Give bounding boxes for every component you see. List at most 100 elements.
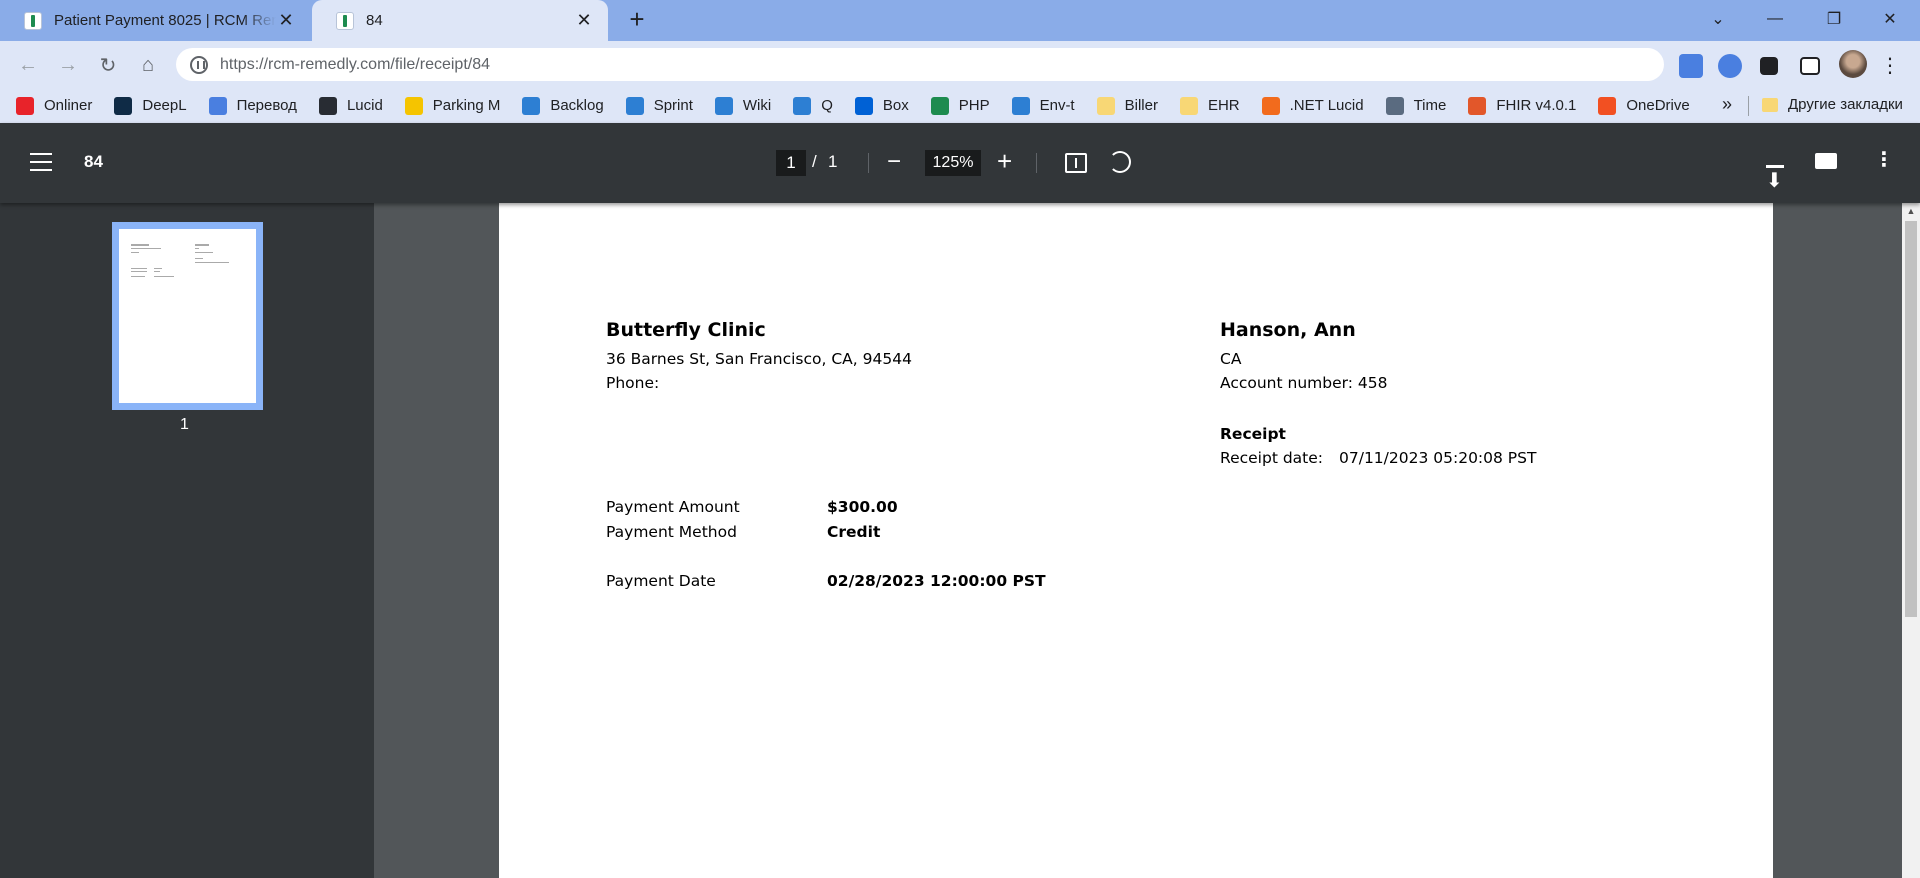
payment-amount-value: $300.00 [827, 498, 898, 516]
bookmark-label: PHP [958, 97, 990, 114]
side-panel-icon[interactable] [1800, 57, 1820, 75]
bookmark-favicon-icon [114, 96, 133, 115]
folder-icon [1762, 97, 1778, 112]
bookmark-favicon-icon [1096, 96, 1115, 115]
bookmark-item[interactable]: Wiki [714, 96, 771, 115]
restore-icon[interactable]: ❐ [1806, 0, 1862, 38]
patient-state: CA [1220, 350, 1242, 368]
new-tab-button[interactable]: + [622, 5, 652, 35]
bookmark-label: FHIR v4.0.1 [1496, 97, 1577, 114]
toolbar-divider [1036, 153, 1037, 173]
pdf-content-area: Butterfly Clinic 36 Barnes St, San Franc… [374, 203, 1902, 878]
bookmark-favicon-icon [1468, 96, 1487, 115]
toolbar-divider [868, 153, 869, 173]
translate-extension-icon[interactable] [1679, 54, 1703, 78]
scroll-up-arrow-icon[interactable]: ▲ [1902, 203, 1920, 219]
bookmark-item[interactable]: DeepL [114, 96, 187, 115]
address-bar[interactable]: https://rcm-remedly.com/file/receipt/84 [176, 48, 1664, 81]
timer-extension-icon[interactable] [1718, 54, 1742, 78]
bookmark-label: DeepL [142, 97, 187, 114]
minimize-icon[interactable]: — [1747, 0, 1803, 38]
bookmark-item[interactable]: Env-t [1011, 96, 1075, 115]
vertical-scrollbar[interactable]: ▲ [1902, 203, 1920, 878]
other-bookmarks-folder[interactable]: Другие закладки [1762, 96, 1903, 113]
bookmark-label: EHR [1207, 97, 1240, 114]
receipt-heading: Receipt [1220, 425, 1286, 443]
tab-patient-payment[interactable]: Patient Payment 8025 | RCM Remedly ✕ [0, 0, 310, 41]
bookmark-favicon-icon [1598, 96, 1617, 115]
tab-close-icon[interactable]: ✕ [276, 10, 296, 31]
clinic-address: 36 Barnes St, San Francisco, CA, 94544 [606, 350, 912, 368]
bookmark-item[interactable]: OneDrive [1598, 96, 1690, 115]
home-icon[interactable]: ⌂ [132, 49, 164, 81]
extensions-puzzle-icon[interactable] [1760, 57, 1778, 75]
bookmark-item[interactable]: Sprint [625, 96, 693, 115]
bookmark-item[interactable]: Q [793, 96, 833, 115]
print-icon[interactable] [1815, 153, 1837, 169]
bookmark-item[interactable]: Backlog [522, 96, 604, 115]
browser-toolbar: ← → ↻ ⌂ https://rcm-remedly.com/file/rec… [0, 41, 1920, 88]
clinic-name: Butterfly Clinic [606, 319, 766, 341]
thumbnail-page-number: 1 [180, 416, 189, 433]
page-thumbnail[interactable] [112, 222, 263, 410]
bookmark-item[interactable]: Lucid [318, 96, 383, 115]
tab-search-chevron-down-icon[interactable]: ⌄ [1690, 0, 1746, 38]
bookmark-label: Q [821, 97, 833, 114]
zoom-out-icon[interactable]: − [887, 150, 901, 174]
bookmark-item[interactable]: Onliner [16, 96, 92, 115]
other-bookmarks-label: Другие закладки [1788, 96, 1903, 113]
scrollbar-thumb[interactable] [1905, 221, 1917, 617]
clinic-phone-label: Phone: [606, 374, 660, 392]
page-number-input[interactable]: 1 [776, 150, 806, 176]
bookmark-favicon-icon [16, 96, 34, 115]
bookmark-favicon-icon [1011, 96, 1030, 115]
bookmark-label: Box [882, 97, 909, 114]
reload-icon[interactable]: ↻ [92, 49, 124, 81]
tab-strip: Patient Payment 8025 | RCM Remedly ✕ 84 … [0, 0, 1920, 41]
more-options-icon[interactable]: ⋮ [1874, 150, 1894, 170]
payment-date-label: Payment Date [606, 572, 716, 590]
back-arrow-icon[interactable]: ← [12, 49, 44, 81]
browser-menu-icon[interactable]: ⋮ [1878, 53, 1902, 77]
bookmark-item[interactable]: Box [854, 96, 909, 115]
page-total: 1 [828, 152, 838, 171]
bookmark-favicon-icon [854, 96, 873, 115]
rotate-icon[interactable] [1109, 151, 1131, 173]
page-separator: / [812, 152, 817, 171]
receipt-date-value: 07/11/2023 05:20:08 PST [1339, 449, 1537, 467]
bookmark-label: Backlog [550, 97, 604, 114]
bookmark-item[interactable]: .NET Lucid [1261, 96, 1364, 115]
url-text[interactable]: https://rcm-remedly.com/file/receipt/84 [220, 56, 490, 74]
bookmark-label: OneDrive [1626, 97, 1690, 114]
bookmark-item[interactable]: Перевод [208, 96, 297, 115]
thumbnail-page [119, 229, 256, 403]
pdf-toolbar: 84 1 / 1 − 125% + ⬇ ⋮ [0, 123, 1920, 203]
bookmark-favicon-icon [522, 96, 541, 115]
zoom-in-icon[interactable]: + [997, 148, 1012, 174]
bookmark-item[interactable]: Biller [1096, 96, 1158, 115]
more-bookmarks-chevron-icon[interactable]: » [1722, 94, 1732, 115]
bookmark-item[interactable]: Time [1385, 96, 1446, 115]
tab-receipt[interactable]: 84 ✕ [312, 0, 608, 41]
fit-to-page-icon[interactable] [1065, 153, 1087, 173]
bookmark-favicon-icon [793, 96, 812, 115]
bookmark-favicon-icon [318, 96, 337, 115]
bookmark-item[interactable]: PHP [930, 96, 990, 115]
download-icon[interactable]: ⬇ [1766, 151, 1784, 193]
forward-arrow-icon[interactable]: → [52, 49, 84, 81]
bookmark-item[interactable]: EHR [1179, 96, 1240, 115]
bookmark-label: Sprint [653, 97, 693, 114]
zoom-level-input[interactable]: 125% [925, 150, 981, 176]
bookmark-favicon-icon [1385, 96, 1404, 115]
bookmark-label: Перевод [236, 97, 297, 114]
bookmark-item[interactable]: Parking M [404, 96, 500, 115]
hamburger-menu-icon[interactable] [30, 153, 52, 171]
window-close-icon[interactable]: ✕ [1862, 0, 1918, 38]
profile-avatar[interactable] [1839, 50, 1867, 78]
bookmark-favicon-icon [930, 96, 949, 115]
bookmark-item[interactable]: FHIR v4.0.1 [1468, 96, 1577, 115]
tab-close-icon[interactable]: ✕ [574, 10, 594, 31]
payment-method-value: Credit [827, 523, 881, 541]
payment-date-value: 02/28/2023 12:00:00 PST [827, 572, 1046, 590]
site-info-icon[interactable] [190, 55, 208, 74]
